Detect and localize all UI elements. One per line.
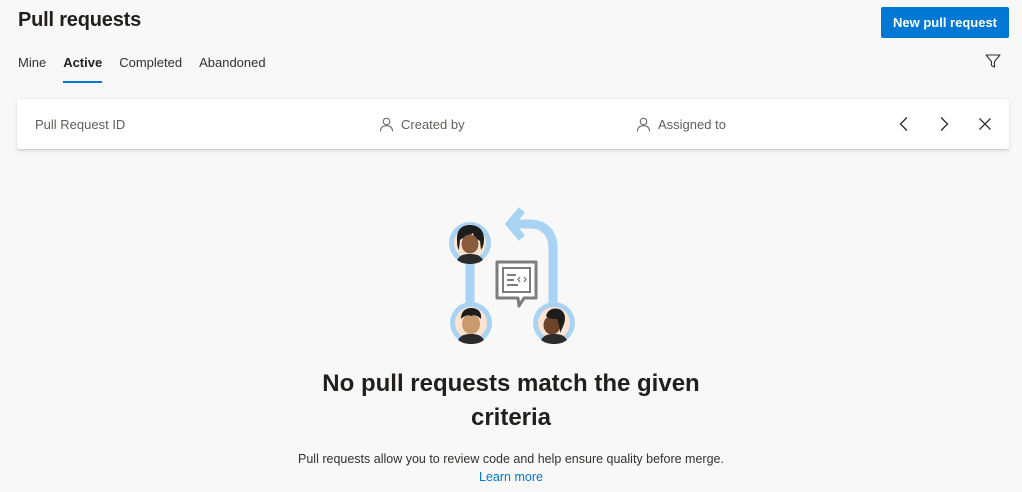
tab-mine[interactable]: Mine <box>18 54 46 84</box>
empty-state-description: Pull requests allow you to review code a… <box>298 452 724 466</box>
assigned-to-label: Assigned to <box>658 116 726 132</box>
empty-state-title-line1: No pull requests match the given <box>322 370 700 397</box>
learn-more-container: Learn more <box>0 470 1022 484</box>
pull-request-id-placeholder: Pull Request ID <box>35 116 126 132</box>
person-icon <box>637 117 650 132</box>
filter-bar: Pull Request ID Created by Assigned to <box>17 99 1009 149</box>
tab-abandoned[interactable]: Abandoned <box>199 54 266 84</box>
new-pull-request-button[interactable]: New pull request <box>881 7 1009 38</box>
filter-icon[interactable] <box>984 52 1002 70</box>
pull-request-illustration <box>440 198 582 348</box>
tab-active[interactable]: Active <box>63 54 103 84</box>
pull-request-id-input[interactable]: Pull Request ID <box>35 99 125 149</box>
close-icon[interactable] <box>975 114 995 134</box>
assigned-to-filter[interactable]: Assigned to <box>636 99 726 149</box>
page-title: Pull requests <box>18 9 141 31</box>
learn-more-link[interactable]: Learn more <box>479 470 543 484</box>
empty-state-title-line2: criteria <box>470 404 552 431</box>
person-icon <box>380 117 393 132</box>
created-by-label: Created by <box>401 116 465 132</box>
chevron-right-icon[interactable] <box>934 114 954 134</box>
pivot-tabs: Mine Active Completed Abandoned <box>18 54 283 84</box>
chevron-left-icon[interactable] <box>894 114 914 134</box>
empty-state-title: No pull requests match the given criteri… <box>0 367 1022 435</box>
created-by-filter[interactable]: Created by <box>379 99 465 149</box>
tab-completed[interactable]: Completed <box>119 54 182 84</box>
